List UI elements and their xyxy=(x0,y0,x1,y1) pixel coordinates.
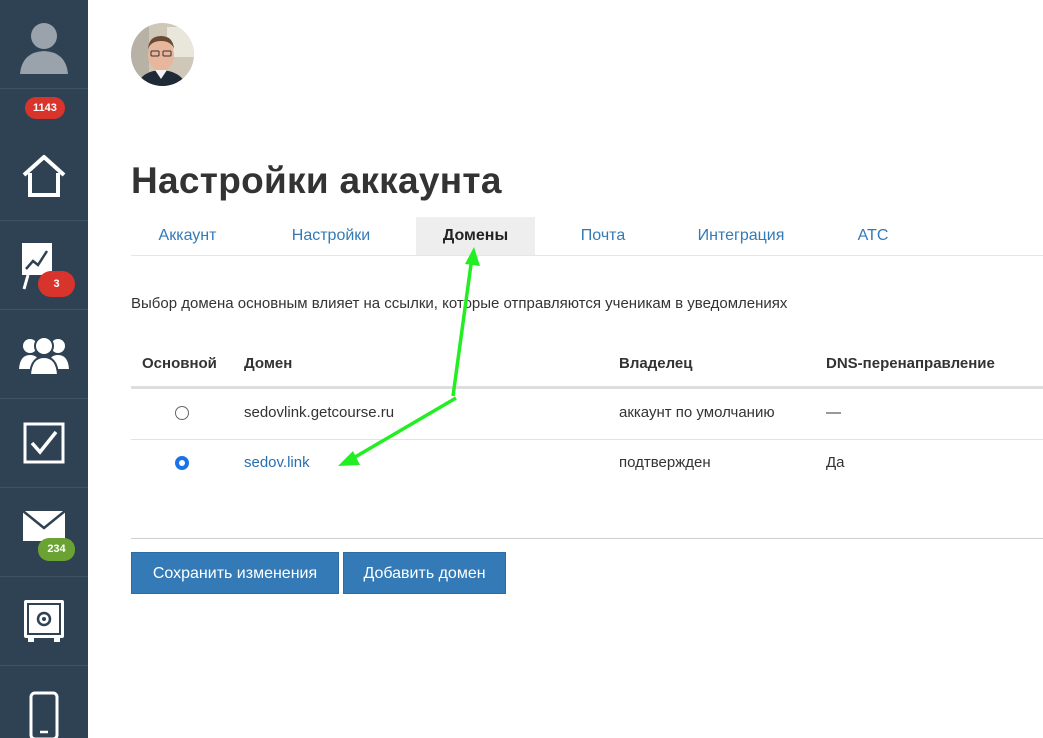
sidebar-item-safe[interactable] xyxy=(0,577,88,666)
primary-radio-row-1[interactable] xyxy=(175,406,189,420)
tab-ats[interactable]: АТС xyxy=(843,217,903,255)
tab-mail[interactable]: Почта xyxy=(563,217,643,255)
arrowhead-left-icon xyxy=(338,451,360,466)
sidebar-item-sales[interactable] xyxy=(0,221,88,310)
tab-account[interactable]: Аккаунт xyxy=(131,217,244,255)
domain-cell: sedovlink.getcourse.ru xyxy=(244,404,395,421)
page-title: Настройки аккаунта xyxy=(131,160,502,201)
notifications-badge[interactable]: 1143 xyxy=(25,97,65,119)
mobile-phone-icon xyxy=(29,691,59,738)
primary-radio-row-2[interactable] xyxy=(175,456,189,470)
tab-integration[interactable]: Интеграция xyxy=(681,217,801,255)
arrow-to-domains-tab xyxy=(451,256,474,397)
dns-cell: — xyxy=(826,404,841,421)
avatar[interactable] xyxy=(131,23,194,86)
tab-settings[interactable]: Настройки xyxy=(271,217,391,255)
avatar-photo xyxy=(131,23,194,86)
tab-domains[interactable]: Домены xyxy=(416,217,535,255)
sidebar-item-home[interactable] xyxy=(0,132,88,221)
tab-bar: Аккаунт Настройки Домены Почта Интеграци… xyxy=(131,217,1043,256)
form-divider xyxy=(131,538,1043,539)
sales-badge[interactable]: 3 xyxy=(38,271,75,297)
users-group-icon xyxy=(19,336,69,375)
checkbox-icon xyxy=(23,422,65,464)
header-owner: Владелец xyxy=(619,355,693,372)
sidebar-item-profile[interactable] xyxy=(0,0,88,89)
header-primary: Основной xyxy=(142,355,217,372)
header-dns: DNS-перенаправление xyxy=(826,355,995,372)
dns-cell: Да xyxy=(826,454,845,471)
owner-cell: подтвержден xyxy=(619,454,711,471)
messages-badge[interactable]: 234 xyxy=(38,538,75,561)
sidebar-item-messages[interactable] xyxy=(0,488,88,577)
save-changes-button[interactable]: Сохранить изменения xyxy=(131,552,339,594)
owner-cell: аккаунт по умолчанию xyxy=(619,404,775,421)
domain-link[interactable]: sedov.link xyxy=(244,454,310,471)
domain-description: Выбор домена основным влияет на ссылки, … xyxy=(131,295,788,312)
sidebar: 1143 3 234 xyxy=(0,0,88,738)
home-icon xyxy=(22,155,66,197)
user-icon xyxy=(20,23,68,74)
row-divider xyxy=(131,439,1043,440)
sidebar-item-users[interactable] xyxy=(0,310,88,399)
sidebar-item-mobile[interactable] xyxy=(0,666,88,738)
header-domain: Домен xyxy=(244,355,293,372)
add-domain-button[interactable]: Добавить домен xyxy=(343,552,506,594)
safe-icon xyxy=(24,600,64,642)
table-header-divider xyxy=(131,386,1043,389)
sidebar-item-tasks[interactable] xyxy=(0,399,88,488)
